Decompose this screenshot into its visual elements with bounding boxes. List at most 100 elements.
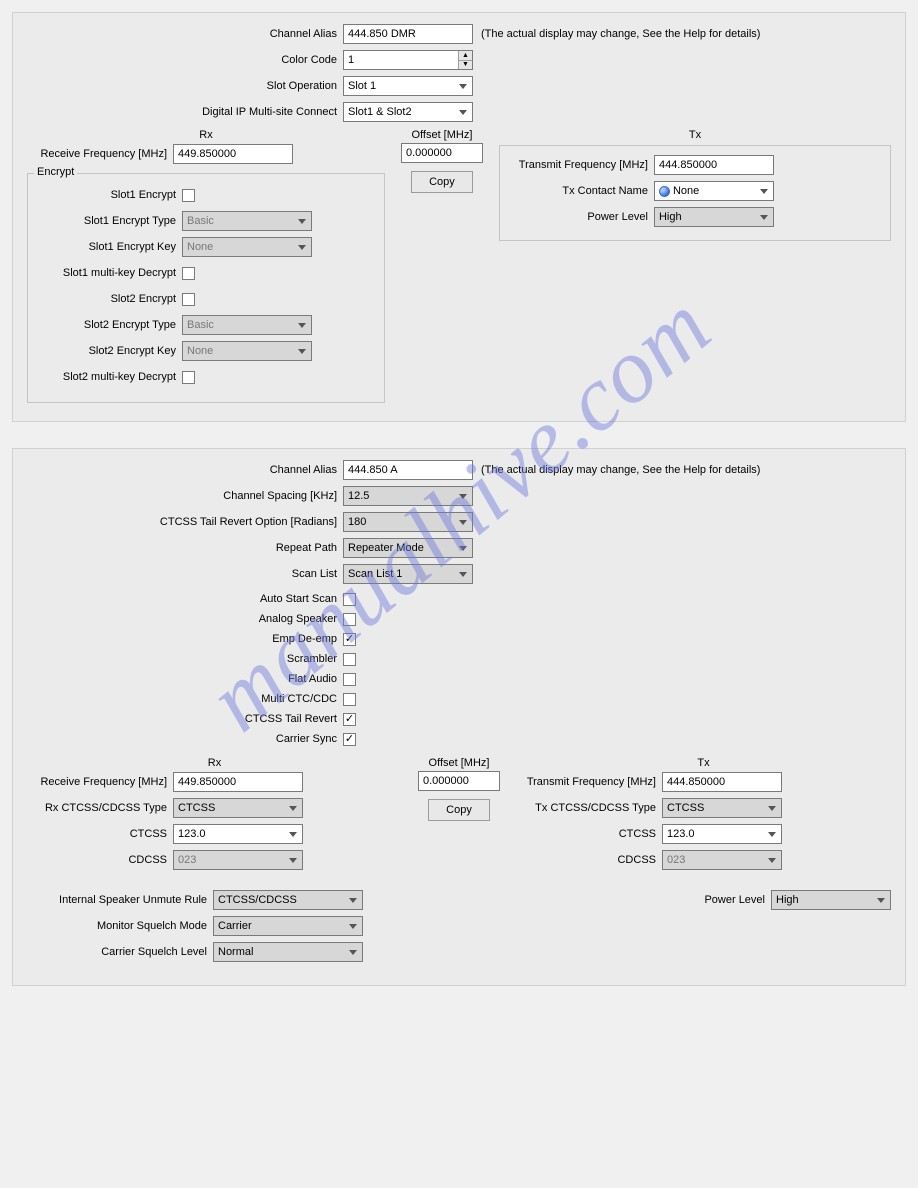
slot1-multikey-label: Slot1 multi-key Decrypt: [36, 267, 176, 279]
slot2-type-select: Basic: [182, 315, 312, 335]
offset-input-2[interactable]: [418, 771, 500, 791]
emp-deemp-label: Emp De-emp: [27, 633, 337, 645]
analog-speaker-checkbox[interactable]: [343, 613, 356, 626]
slot2-key-select: None: [182, 341, 312, 361]
channel-alias-input[interactable]: [343, 24, 473, 44]
channel-spacing-select[interactable]: 12.5: [343, 486, 473, 506]
rx-freq-label: Receive Frequency [MHz]: [27, 148, 167, 160]
tx-ctcss-select[interactable]: 123.0: [662, 824, 782, 844]
power-level-select[interactable]: High: [654, 207, 774, 227]
repeat-path-select[interactable]: Repeater Mode: [343, 538, 473, 558]
tx-section-title: Tx: [499, 129, 891, 141]
slot1-key-select: None: [182, 237, 312, 257]
scan-list-label: Scan List: [27, 568, 337, 580]
channel-spacing-label: Channel Spacing [KHz]: [27, 490, 337, 502]
tx-type-label: Tx CTCSS/CDCSS Type: [516, 802, 656, 814]
encrypt-legend: Encrypt: [34, 166, 77, 178]
power-level-label-2: Power Level: [625, 894, 765, 906]
power-level-select-2[interactable]: High: [771, 890, 891, 910]
spin-up-icon[interactable]: ▲: [458, 51, 472, 61]
help-text: (The actual display may change, See the …: [481, 28, 760, 40]
slot2-encrypt-checkbox[interactable]: [182, 293, 195, 306]
rx-section-title: Rx: [27, 129, 385, 141]
analog-speaker-label: Analog Speaker: [27, 613, 337, 625]
flat-audio-checkbox[interactable]: [343, 673, 356, 686]
rx-cdcss-label: CDCSS: [27, 854, 167, 866]
offset-title-2: Offset [MHz]: [414, 757, 504, 769]
spin-down-icon[interactable]: ▼: [458, 61, 472, 70]
power-level-label: Power Level: [508, 211, 648, 223]
tx-freq-label: Transmit Frequency [MHz]: [508, 159, 648, 171]
flat-audio-label: Flat Audio: [27, 673, 337, 685]
copy-button[interactable]: Copy: [411, 171, 473, 193]
emp-deemp-checkbox[interactable]: [343, 633, 356, 646]
copy-button-2[interactable]: Copy: [428, 799, 490, 821]
unmute-rule-select[interactable]: CTCSS/CDCSS: [213, 890, 363, 910]
help-text-2: (The actual display may change, See the …: [481, 464, 760, 476]
scan-list-select[interactable]: Scan List 1: [343, 564, 473, 584]
analog-channel-panel: Channel Alias (The actual display may ch…: [12, 448, 906, 986]
multi-ctc-cdc-label: Multi CTC/CDC: [27, 693, 337, 705]
slot1-encrypt-checkbox[interactable]: [182, 189, 195, 202]
channel-alias-input-2[interactable]: [343, 460, 473, 480]
scrambler-label: Scrambler: [27, 653, 337, 665]
digital-ip-label: Digital IP Multi-site Connect: [27, 106, 337, 118]
rx-type-select[interactable]: CTCSS: [173, 798, 303, 818]
slot1-type-select: Basic: [182, 211, 312, 231]
color-code-label: Color Code: [27, 54, 337, 66]
unmute-rule-label: Internal Speaker Unmute Rule: [27, 894, 207, 906]
ctcss-tail-opt-select[interactable]: 180: [343, 512, 473, 532]
ctcss-tail-opt-label: CTCSS Tail Revert Option [Radians]: [27, 516, 337, 528]
slot2-multikey-checkbox[interactable]: [182, 371, 195, 384]
carrier-sync-label: Carrier Sync: [27, 733, 337, 745]
group-icon: [659, 186, 670, 197]
offset-input[interactable]: [401, 143, 483, 163]
tx-type-select[interactable]: CTCSS: [662, 798, 782, 818]
rx-cdcss-select: 023: [173, 850, 303, 870]
rx-section-title-2: Rx: [27, 757, 402, 769]
rx-freq-input[interactable]: [173, 144, 293, 164]
rx-freq-label-2: Receive Frequency [MHz]: [27, 776, 167, 788]
slot2-multikey-label: Slot2 multi-key Decrypt: [36, 371, 176, 383]
multi-ctc-cdc-checkbox[interactable]: [343, 693, 356, 706]
slot2-encrypt-label: Slot2 Encrypt: [36, 293, 176, 305]
carrier-squelch-label: Carrier Squelch Level: [27, 946, 207, 958]
ctcss-tail-revert-checkbox[interactable]: [343, 713, 356, 726]
monitor-squelch-label: Monitor Squelch Mode: [27, 920, 207, 932]
tx-freq-input[interactable]: [654, 155, 774, 175]
tx-contact-select[interactable]: None: [654, 181, 774, 201]
channel-alias-label: Channel Alias: [27, 28, 337, 40]
rx-ctcss-select[interactable]: 123.0: [173, 824, 303, 844]
slot-operation-select[interactable]: Slot 1: [343, 76, 473, 96]
scrambler-checkbox[interactable]: [343, 653, 356, 666]
tx-freq-label-2: Transmit Frequency [MHz]: [516, 776, 656, 788]
tx-ctcss-label: CTCSS: [516, 828, 656, 840]
offset-title: Offset [MHz]: [397, 129, 487, 141]
slot1-encrypt-label: Slot1 Encrypt: [36, 189, 176, 201]
ctcss-tail-revert-label: CTCSS Tail Revert: [27, 713, 337, 725]
rx-freq-input-2[interactable]: [173, 772, 303, 792]
carrier-squelch-select[interactable]: Normal: [213, 942, 363, 962]
channel-alias-label-2: Channel Alias: [27, 464, 337, 476]
color-code-input[interactable]: [343, 50, 473, 70]
auto-start-scan-checkbox[interactable]: [343, 593, 356, 606]
auto-start-scan-label: Auto Start Scan: [27, 593, 337, 605]
tx-cdcss-select: 023: [662, 850, 782, 870]
rx-type-label: Rx CTCSS/CDCSS Type: [27, 802, 167, 814]
tx-cdcss-label: CDCSS: [516, 854, 656, 866]
monitor-squelch-select[interactable]: Carrier: [213, 916, 363, 936]
slot-operation-label: Slot Operation: [27, 80, 337, 92]
tx-freq-input-2[interactable]: [662, 772, 782, 792]
slot1-type-label: Slot1 Encrypt Type: [36, 215, 176, 227]
slot1-key-label: Slot1 Encrypt Key: [36, 241, 176, 253]
tx-contact-label: Tx Contact Name: [508, 185, 648, 197]
rx-ctcss-label: CTCSS: [27, 828, 167, 840]
digital-ip-select[interactable]: Slot1 & Slot2: [343, 102, 473, 122]
slot2-type-label: Slot2 Encrypt Type: [36, 319, 176, 331]
tx-section-title-2: Tx: [516, 757, 891, 769]
color-code-spinner[interactable]: ▲ ▼: [458, 51, 472, 69]
digital-channel-panel: Channel Alias (The actual display may ch…: [12, 12, 906, 422]
carrier-sync-checkbox[interactable]: [343, 733, 356, 746]
slot1-multikey-checkbox[interactable]: [182, 267, 195, 280]
repeat-path-label: Repeat Path: [27, 542, 337, 554]
